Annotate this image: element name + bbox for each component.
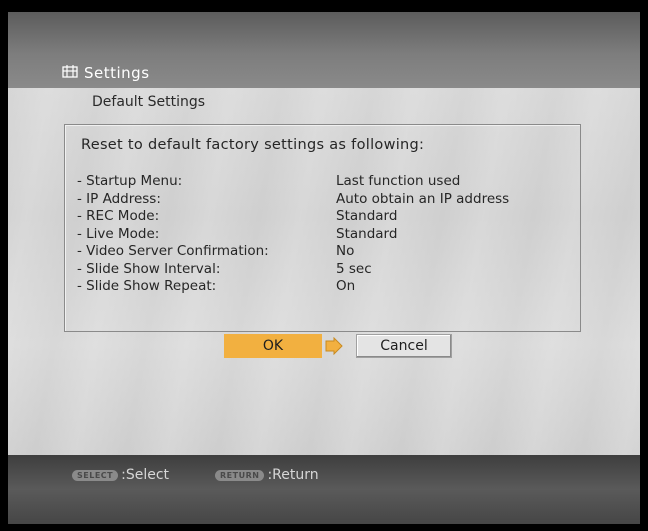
row-value: On (336, 278, 356, 294)
page-title-text: Settings (84, 64, 150, 82)
settings-list: - Startup Menu: Last function used - IP … (77, 173, 572, 296)
panel-heading: Reset to default factory settings as fol… (81, 137, 425, 153)
header-band: Settings (8, 12, 640, 88)
footer-band: SELECT :Select RETURN :Return (8, 455, 640, 524)
row-value: Standard (336, 208, 398, 224)
ok-button[interactable]: OK (224, 334, 322, 358)
select-hint-label: :Select (121, 467, 170, 483)
settings-row-startup-menu: - Startup Menu: Last function used (77, 173, 572, 191)
return-hint-label: :Return (267, 467, 319, 483)
row-value: Standard (336, 225, 398, 242)
row-label: - Startup Menu: (77, 173, 183, 189)
row-value: No (336, 243, 355, 259)
content-area: Default Settings Reset to default factor… (8, 88, 640, 455)
settings-row-ip-address: - IP Address: Auto obtain an IP address (77, 191, 572, 209)
settings-icon (62, 64, 78, 82)
settings-row-slide-show-repeat: - Slide Show Repeat: On (77, 278, 572, 296)
row-label: - Slide Show Repeat: (77, 278, 217, 294)
row-label: - Video Server Confirmation: (77, 243, 269, 259)
return-key-icon: RETURN (215, 469, 265, 481)
section-subtitle: Default Settings (92, 94, 206, 110)
row-value: Auto obtain an IP address (336, 190, 510, 207)
row-value: Last function used (336, 173, 461, 189)
info-panel: Reset to default factory settings as fol… (64, 124, 581, 332)
page-title: Settings (62, 62, 150, 84)
tv-screen: Settings Default Settings Reset to defau… (8, 12, 640, 524)
settings-row-video-server-confirmation: - Video Server Confirmation: No (77, 243, 572, 261)
settings-row-slide-show-interval: - Slide Show Interval: 5 sec (77, 261, 572, 279)
dialog-buttons: OK Cancel (8, 334, 640, 364)
settings-row-rec-mode: - REC Mode: Standard (77, 208, 572, 226)
cursor-arrow-icon (324, 336, 344, 356)
return-hint: RETURN :Return (215, 467, 319, 483)
row-label: - REC Mode: (77, 208, 160, 224)
select-key-icon: SELECT (72, 469, 119, 481)
select-hint: SELECT :Select (72, 467, 169, 483)
cancel-button[interactable]: Cancel (356, 334, 452, 358)
row-label: - Slide Show Interval: (77, 260, 221, 277)
row-label: - IP Address: (77, 190, 161, 207)
settings-row-live-mode: - Live Mode: Standard (77, 226, 572, 244)
row-value: 5 sec (336, 260, 372, 277)
row-label: - Live Mode: (77, 225, 160, 242)
